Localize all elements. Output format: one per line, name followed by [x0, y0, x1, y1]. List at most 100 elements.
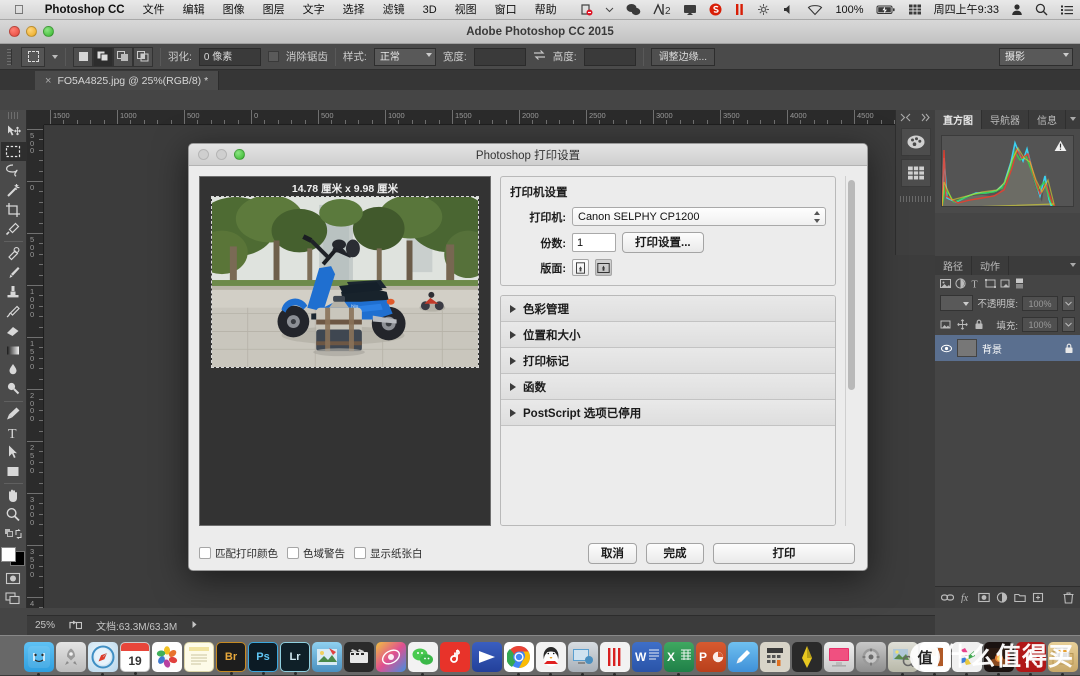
dock-item-final-cut-pro[interactable]	[344, 642, 374, 672]
menu-item-help[interactable]: 帮助	[526, 0, 566, 20]
fill-value[interactable]: 100%	[1022, 317, 1058, 332]
menu-app-name[interactable]: Photoshop CC	[36, 0, 134, 20]
section-postscript-options[interactable]: PostScript 选项已停用	[501, 400, 835, 426]
user-icon[interactable]	[1005, 0, 1029, 20]
orientation-landscape-icon[interactable]	[595, 259, 612, 276]
style-select[interactable]: 正常	[373, 47, 436, 66]
new-selection-button[interactable]	[73, 46, 93, 67]
dock-item-qq[interactable]	[536, 642, 566, 676]
dock-item-microsoft-word[interactable]: W	[632, 642, 662, 672]
dock-item-calculator[interactable]	[760, 642, 790, 672]
opacity-stepper[interactable]	[1062, 295, 1075, 311]
notification-list-icon[interactable]	[1054, 0, 1080, 20]
tab-actions[interactable]: 动作	[972, 256, 1009, 275]
gradient-tool[interactable]	[1, 340, 26, 359]
menu-item-view[interactable]: 视图	[446, 0, 486, 20]
sync-icon[interactable]	[751, 0, 776, 20]
adjustment-filter-icon[interactable]	[955, 278, 966, 289]
chevron-down-icon[interactable]	[599, 0, 620, 20]
expand-icon[interactable]	[920, 109, 931, 127]
print-preview[interactable]: 14.78 厘米 x 9.98 厘米 Niu	[199, 176, 491, 526]
layer-style-icon[interactable]: fx	[960, 592, 972, 603]
menu-item-filter[interactable]: 滤镜	[374, 0, 414, 20]
show-paper-white-checkbox-group[interactable]: 显示纸张白	[354, 546, 423, 561]
vertical-ruler[interactable]: 500 0 500 1000 1500 2000 2500 3000 3500 4000	[27, 125, 44, 608]
blend-mode-select[interactable]	[940, 295, 974, 311]
feather-input[interactable]: 0 像素	[198, 47, 261, 66]
chevron-right-icon[interactable]	[191, 620, 198, 632]
dock-item-safari[interactable]	[88, 642, 118, 676]
height-input[interactable]	[583, 47, 636, 66]
width-input[interactable]	[473, 47, 526, 66]
history-brush-tool[interactable]	[1, 302, 26, 321]
eye-icon[interactable]	[941, 343, 952, 354]
dock-item-text-editor[interactable]	[728, 642, 758, 672]
menu-item-window[interactable]: 窗口	[486, 0, 526, 20]
dock-item-calendar[interactable]: 19	[120, 642, 150, 675]
type-tool[interactable]: T	[1, 423, 26, 442]
preview-image[interactable]: Niu	[211, 196, 479, 368]
color-swatches[interactable]	[1, 546, 25, 567]
menu-item-image[interactable]: 图像	[214, 0, 254, 20]
dock-item-wechat[interactable]	[408, 642, 438, 676]
default-colors-icon[interactable]	[1, 525, 26, 544]
dock-item-netease-music[interactable]	[440, 642, 470, 672]
type-filter-icon[interactable]: T	[970, 278, 981, 290]
wechat-icon[interactable]	[620, 0, 647, 20]
apple-logo-icon[interactable]: 	[0, 0, 36, 20]
menu-item-edit[interactable]: 编辑	[174, 0, 214, 20]
lock-pixels-icon[interactable]	[940, 319, 951, 330]
link-layers-icon[interactable]	[941, 592, 954, 603]
wifi-icon[interactable]	[801, 0, 829, 20]
gamut-warning-checkbox-group[interactable]: 色域警告	[287, 546, 345, 561]
antialias-checkbox[interactable]	[267, 51, 279, 62]
workspace-select[interactable]: 摄影	[999, 47, 1073, 66]
healing-brush-tool[interactable]	[1, 243, 26, 262]
dock-item-launchpad[interactable]	[56, 642, 86, 672]
lock-position-icon[interactable]	[956, 319, 969, 330]
dialog-scrollbar-thumb[interactable]	[848, 180, 855, 390]
cancel-button[interactable]: 取消	[588, 542, 637, 564]
shape-filter-icon[interactable]	[985, 278, 996, 289]
panel-menu-icon[interactable]	[1070, 117, 1076, 121]
filter-toggle-icon[interactable]	[1015, 278, 1024, 289]
lock-all-icon[interactable]	[974, 319, 984, 330]
magic-wand-tool[interactable]	[1, 180, 26, 199]
gamut-warning-checkbox[interactable]	[287, 547, 299, 559]
print-settings-dialog[interactable]: Photoshop 打印设置 14.78 厘米 x 9.98 厘米 Niu 打印…	[188, 143, 868, 571]
rectangular-marquee-tool[interactable]	[0, 141, 26, 162]
color-palette-icon[interactable]	[900, 128, 931, 156]
orientation-portrait-icon[interactable]	[572, 259, 589, 276]
clone-stamp-tool[interactable]	[1, 282, 26, 301]
rectangle-shape-tool[interactable]	[1, 462, 26, 481]
print-settings-button[interactable]: 打印设置...	[622, 232, 704, 253]
zoom-tool[interactable]	[1, 505, 26, 524]
dock-item-remote-desktop[interactable]	[568, 642, 598, 676]
stepper-icon[interactable]	[813, 210, 821, 224]
menu-item-select[interactable]: 选择	[334, 0, 374, 20]
add-to-selection-button[interactable]	[93, 46, 113, 67]
match-print-colors-checkbox[interactable]	[199, 547, 211, 559]
search-icon[interactable]	[1029, 0, 1054, 20]
move-tool[interactable]	[1, 122, 26, 141]
menu-item-layer[interactable]: 图层	[254, 0, 294, 20]
horizontal-ruler[interactable]: 1500 1000 500 0 500 1000 1500 2000 2500 3000 3500 4…	[44, 110, 935, 125]
path-selection-tool[interactable]	[1, 442, 26, 461]
foreground-color-swatch[interactable]	[1, 546, 16, 562]
dock-item-adobe-photoshop[interactable]: Ps	[248, 642, 278, 675]
layer-mask-icon[interactable]	[978, 592, 990, 603]
screenshot-icon[interactable]	[574, 0, 599, 20]
dock-item-notes[interactable]	[184, 642, 214, 672]
keyboard-grid-icon[interactable]	[902, 0, 928, 20]
blur-tool[interactable]	[1, 360, 26, 379]
section-position-and-size[interactable]: 位置和大小	[501, 322, 835, 348]
menu-item-3d[interactable]: 3D	[414, 0, 446, 20]
warning-icon[interactable]	[1054, 140, 1067, 155]
match-print-colors-checkbox-group[interactable]: 匹配打印颜色	[199, 546, 278, 561]
image-filter-icon[interactable]	[940, 278, 951, 289]
dock-item-adobe-bridge[interactable]: Br	[216, 642, 246, 675]
section-printing-marks[interactable]: 打印标记	[501, 348, 835, 374]
dock-item-photos[interactable]	[152, 642, 182, 672]
dock-item-preview-app[interactable]	[312, 642, 342, 672]
new-group-icon[interactable]	[1014, 592, 1026, 603]
